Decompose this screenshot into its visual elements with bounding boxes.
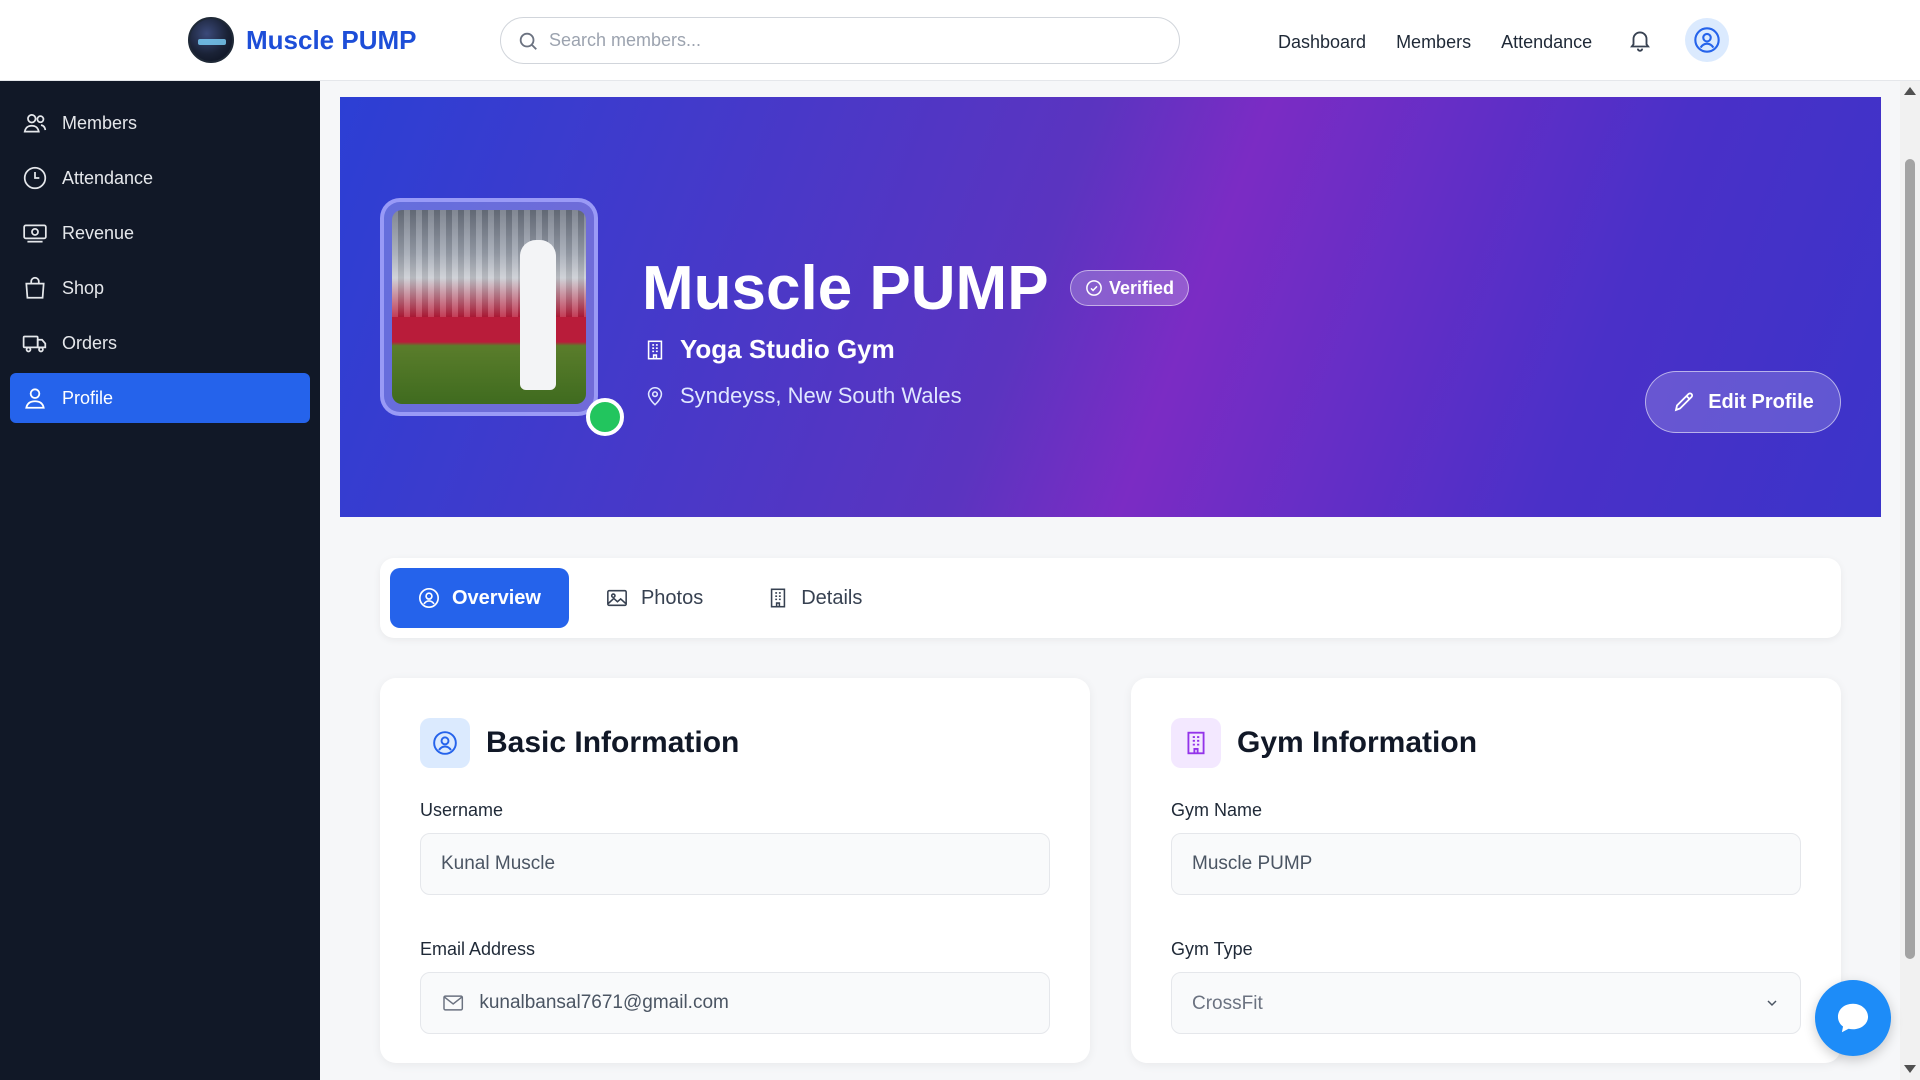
gym-name-input[interactable] [1192, 853, 1780, 875]
sidebar-item-label: Members [62, 112, 138, 133]
building-icon [647, 340, 663, 359]
profile-hero: Muscle PUMP Verified Yoga Studio Gym Syn… [340, 97, 1881, 517]
user-circle-icon [433, 731, 457, 755]
users-icon [23, 114, 47, 133]
gym-name-field[interactable] [1171, 833, 1801, 895]
topnav-dashboard[interactable]: Dashboard [1278, 24, 1366, 60]
sidebar-item-label: Attendance [62, 167, 154, 188]
pencil-icon [1674, 392, 1694, 412]
profile-photo [392, 210, 586, 404]
sidebar-item-label: Profile [62, 387, 114, 408]
mail-icon [443, 995, 464, 1011]
tab-photos[interactable]: Photos [577, 568, 731, 628]
building-icon [771, 588, 786, 608]
gym-type-label: Gym Type [1171, 939, 1253, 959]
tab-label: Photos [640, 586, 704, 609]
clock-icon [23, 166, 47, 190]
card-header: Basic Information [420, 718, 1050, 768]
username-input[interactable] [441, 853, 1029, 875]
sidebar-item-shop[interactable]: Shop [10, 263, 310, 313]
user-icon [25, 388, 45, 409]
basic-info-title: Basic Information [486, 726, 740, 759]
card-header: Gym Information [1171, 718, 1801, 768]
basic-info-card: Basic Information Username Email Address [380, 678, 1090, 1063]
sidebar-item-label: Revenue [62, 222, 135, 243]
gym-name-label: Gym Name [1171, 800, 1263, 820]
building-icon [1187, 731, 1205, 755]
sidebar-item-profile[interactable]: Profile [10, 373, 310, 423]
username-label: Username [420, 800, 504, 820]
tab-details[interactable]: Details [739, 568, 890, 628]
tab-label: Overview [452, 586, 541, 609]
chevron-down-icon [1767, 1000, 1777, 1007]
verified-badge-label: Verified [1109, 277, 1175, 298]
image-icon [607, 589, 627, 607]
brand-name: Muscle PUMP [246, 24, 417, 55]
bell-icon [1630, 31, 1650, 52]
check-circle-icon [1086, 280, 1102, 296]
verified-badge: Verified [1070, 270, 1190, 306]
top-nav: Dashboard Members Attendance [1278, 24, 1592, 60]
map-pin-icon [647, 386, 663, 406]
search-bar [500, 17, 1180, 64]
cash-icon [23, 224, 47, 243]
sidebar-item-members[interactable]: Members [10, 98, 310, 148]
location-line: Syndeyss, New South Wales [644, 383, 962, 409]
sidebar: Members Attendance Revenue Shop Orders P… [0, 81, 320, 1080]
gym-type-field[interactable]: CrossFit [1171, 972, 1801, 1034]
scroll-thumb[interactable] [1905, 159, 1915, 959]
sidebar-item-attendance[interactable]: Attendance [10, 153, 310, 203]
scroll-down-arrow[interactable] [1904, 1065, 1916, 1073]
chat-bubble-icon [1837, 1003, 1869, 1033]
profile-title: Muscle PUMP [642, 254, 1049, 323]
tab-label: Details [801, 586, 863, 609]
truck-icon [22, 335, 47, 353]
topnav-attendance[interactable]: Attendance [1501, 24, 1592, 60]
gym-type-text: Yoga Studio Gym [680, 334, 895, 364]
gym-info-icon-box [1171, 718, 1221, 768]
sidebar-item-label: Shop [62, 277, 105, 298]
profile-photo-frame[interactable] [380, 198, 598, 416]
email-label: Email Address [420, 939, 536, 959]
photo-crowd [392, 210, 586, 317]
sidebar-item-label: Orders [62, 332, 118, 353]
tab-overview[interactable]: Overview [390, 568, 569, 628]
gym-info-card: Gym Information Gym Name Gym Type CrossF… [1131, 678, 1841, 1063]
chat-button[interactable] [1815, 980, 1891, 1056]
basic-info-icon-box [420, 718, 470, 768]
edit-profile-button[interactable]: Edit Profile [1645, 371, 1841, 433]
brand-logo [188, 17, 234, 63]
username-field[interactable] [420, 833, 1050, 895]
gym-info-title: Gym Information [1237, 726, 1478, 759]
gym-type-line: Yoga Studio Gym [644, 334, 895, 365]
search-input[interactable] [549, 30, 1149, 51]
location-text: Syndeyss, New South Wales [680, 383, 962, 408]
email-input[interactable] [479, 992, 1029, 1014]
photo-player [520, 240, 556, 390]
search-icon [519, 32, 537, 50]
brand[interactable]: Muscle PUMP [188, 16, 417, 64]
notifications-button[interactable] [1624, 24, 1656, 56]
page-scrollbar[interactable] [1900, 81, 1920, 1080]
online-status-dot [586, 398, 624, 436]
main-content: Muscle PUMP Verified Yoga Studio Gym Syn… [320, 81, 1900, 1080]
scroll-up-arrow[interactable] [1904, 87, 1916, 95]
edit-profile-label: Edit Profile [1708, 390, 1814, 413]
topnav-members[interactable]: Members [1396, 24, 1471, 60]
gym-type-select[interactable]: CrossFit [1192, 992, 1750, 1014]
user-circle-icon [1694, 27, 1720, 53]
email-field[interactable] [420, 972, 1050, 1034]
sidebar-item-orders[interactable]: Orders [10, 318, 310, 368]
sidebar-item-revenue[interactable]: Revenue [10, 208, 310, 258]
user-avatar-button[interactable] [1685, 18, 1729, 62]
shopping-bag-icon [25, 276, 45, 299]
profile-tabs: Overview Photos Details [380, 558, 1841, 638]
top-bar: Muscle PUMP Dashboard Members Attendance [0, 0, 1920, 81]
user-circle-icon [419, 588, 439, 608]
